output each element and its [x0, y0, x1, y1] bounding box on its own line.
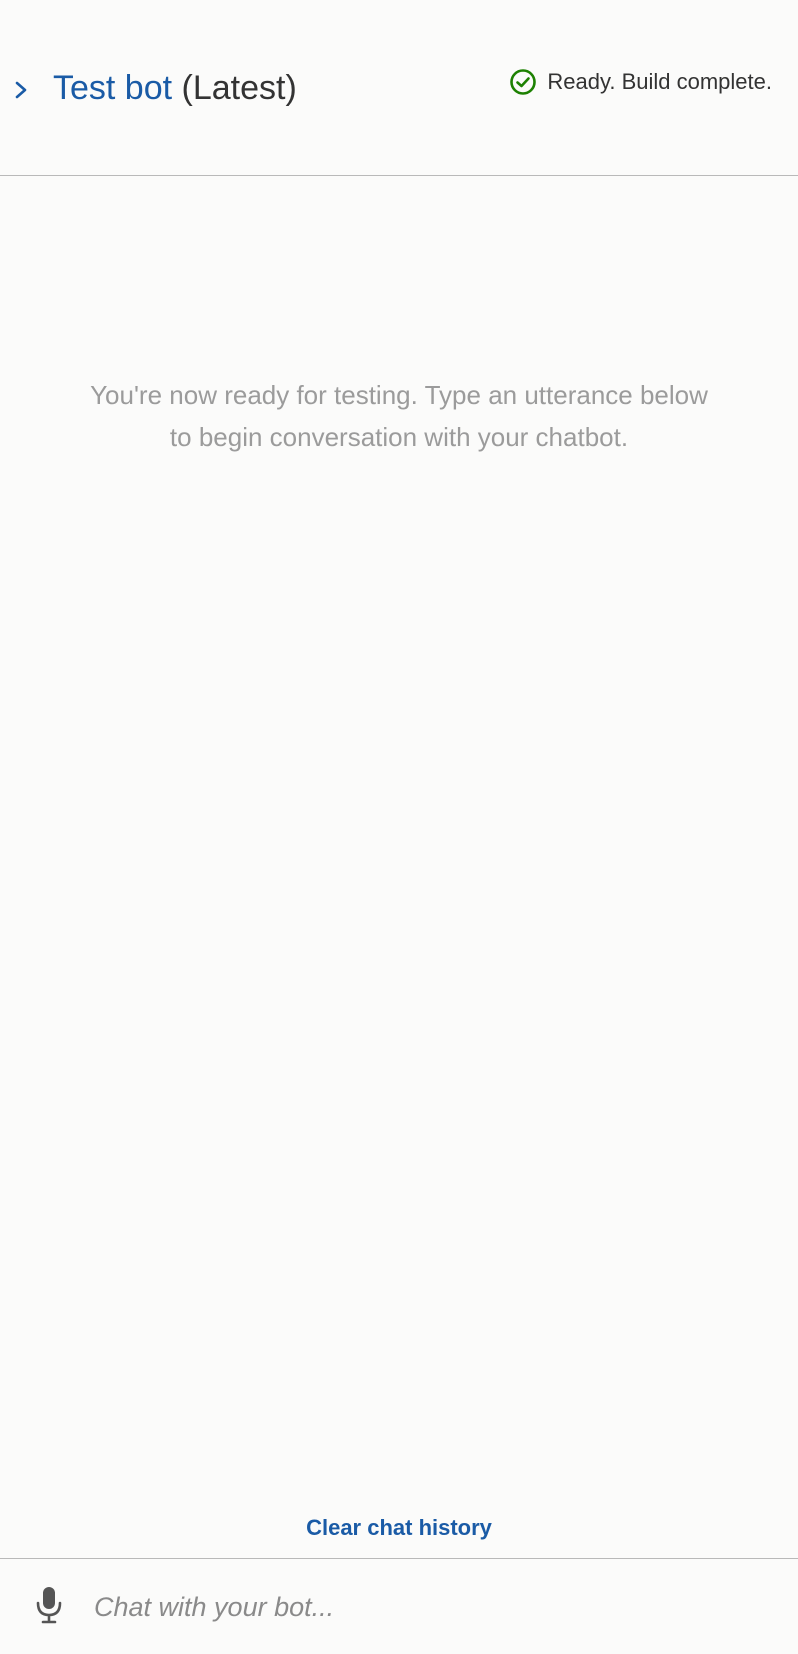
build-status: Ready. Build complete. [509, 68, 772, 96]
check-circle-icon [509, 68, 537, 96]
clear-chat-history-link[interactable]: Clear chat history [0, 1515, 798, 1541]
panel-title: Test bot (Latest) [53, 64, 297, 112]
empty-conversation-message: You're now ready for testing. Type an ut… [90, 380, 708, 452]
chat-input[interactable] [94, 1577, 774, 1637]
test-bot-panel: Test bot (Latest) Ready. Build complete.… [0, 0, 798, 1654]
chevron-right-icon [13, 78, 29, 107]
panel-header: Test bot (Latest) Ready. Build complete. [0, 0, 798, 176]
build-status-text: Ready. Build complete. [547, 69, 772, 94]
version-label: (Latest) [172, 69, 297, 107]
microphone-button[interactable] [34, 1586, 64, 1629]
chat-input-bar [0, 1558, 798, 1654]
microphone-icon [36, 1586, 62, 1629]
collapse-toggle-button[interactable] [8, 74, 34, 110]
bot-name: Test bot [53, 69, 173, 107]
